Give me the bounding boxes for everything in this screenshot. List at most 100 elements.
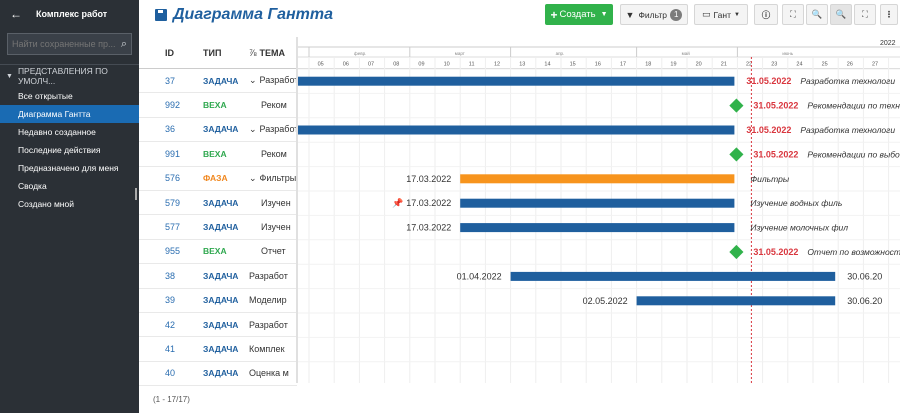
saved-search-box[interactable]: ⌕ bbox=[7, 33, 132, 55]
work-package-subject[interactable]: Отчет bbox=[249, 246, 297, 256]
sidebar-view-item[interactable]: Недавно созданное bbox=[0, 123, 139, 141]
table-row[interactable]: 38 ЗАДАЧА Разработ bbox=[139, 264, 297, 289]
milestone-diamond[interactable] bbox=[729, 98, 744, 113]
column-header-topic-label: ТЕМА bbox=[259, 47, 286, 58]
work-package-subject[interactable]: ⌄ Разработ bbox=[249, 124, 297, 135]
bar-subject-label: Разработка технологи bbox=[800, 76, 895, 86]
work-package-id-link[interactable]: 577 bbox=[139, 222, 189, 232]
column-header-id[interactable]: ID bbox=[139, 48, 189, 58]
sidebar-view-item[interactable]: Все открытые bbox=[0, 87, 139, 105]
saved-search-input[interactable] bbox=[12, 39, 121, 49]
table-row[interactable]: 992 ВЕХА Реком bbox=[139, 93, 297, 118]
table-row[interactable]: 991 ВЕХА Реком bbox=[139, 142, 297, 167]
work-package-id-link[interactable]: 37 bbox=[139, 76, 189, 86]
table-row[interactable]: 41 ЗАДАЧА Комплек bbox=[139, 337, 297, 362]
save-view-icon[interactable] bbox=[155, 9, 167, 21]
gantt-canvas: 2022 февр. март апр. май июнь 05 06 07 08 09 10 11 12… bbox=[298, 37, 900, 383]
work-package-subject[interactable]: Комплек bbox=[249, 344, 297, 354]
table-row[interactable]: 36 ЗАДАЧА ⌄ Разработ bbox=[139, 118, 297, 143]
create-button[interactable]: + Создать ▼ bbox=[545, 4, 613, 25]
work-package-subject[interactable]: Изучен bbox=[249, 198, 297, 208]
sidebar-scrollbar[interactable] bbox=[135, 188, 137, 200]
task-bar[interactable] bbox=[636, 296, 836, 306]
work-package-subject[interactable]: Реком bbox=[249, 149, 297, 159]
filter-button[interactable]: ▼ Фильтр 1 bbox=[620, 4, 688, 25]
expand-chevron-icon[interactable]: ⌄ bbox=[249, 173, 257, 183]
work-package-subject[interactable]: ⌄ Разработ bbox=[249, 75, 297, 86]
table-row[interactable]: 40 ЗАДАЧА Оценка м bbox=[139, 362, 297, 387]
sidebar-view-item[interactable]: Создано мной bbox=[0, 195, 139, 213]
bar-subject-label: Разработка технологи bbox=[800, 125, 895, 135]
work-package-id-link[interactable]: 42 bbox=[139, 320, 189, 330]
work-package-type: ВЕХА bbox=[203, 148, 227, 159]
work-package-id-link[interactable]: 955 bbox=[139, 246, 189, 256]
sidebar-header: ← Комплекс работ bbox=[0, 0, 139, 28]
expand-chevron-icon[interactable]: ⌄ bbox=[249, 124, 257, 134]
sidebar-view-item[interactable]: Сводка bbox=[0, 177, 139, 195]
gantt-button-label: Гант bbox=[713, 9, 731, 20]
task-bar[interactable] bbox=[460, 223, 735, 233]
search-icon[interactable]: ⌕ bbox=[121, 38, 127, 51]
subject-text: Отчет bbox=[261, 246, 286, 257]
subject-text: Реком bbox=[261, 148, 287, 159]
work-package-id-link[interactable]: 991 bbox=[139, 149, 189, 159]
work-package-type: ФАЗА bbox=[203, 173, 228, 184]
bar-subject-label: Изучение водных филь bbox=[750, 198, 842, 208]
gantt-view-button[interactable]: ▭ Гант ▼ bbox=[694, 4, 748, 25]
table-header: ID ТИП ⅞ ТЕМА bbox=[139, 37, 297, 69]
table-row[interactable]: 576 ФАЗА ⌄ Фильтры bbox=[139, 167, 297, 191]
work-package-subject[interactable]: ⌄ Фильтры bbox=[249, 173, 297, 184]
expand-chevron-icon[interactable]: ⌄ bbox=[249, 75, 257, 85]
work-package-subject[interactable]: Разработ bbox=[249, 320, 297, 330]
more-menu-button[interactable]: ⋮ bbox=[880, 4, 898, 25]
page-title-text: Диаграмма Гантта bbox=[173, 6, 333, 23]
work-package-id-link[interactable]: 38 bbox=[139, 271, 189, 281]
hierarchy-icon[interactable]: ⅞ bbox=[249, 48, 257, 58]
work-package-id-link[interactable]: 40 bbox=[139, 368, 189, 378]
sidebar-section-default-views[interactable]: ▼ ПРЕДСТАВЛЕНИЯ ПО УМОЛЧ... bbox=[0, 65, 139, 87]
task-bar[interactable] bbox=[510, 271, 836, 281]
table-row[interactable]: 37 ЗАДАЧА ⌄ Разработ bbox=[139, 69, 297, 94]
table-row[interactable]: 42 ЗАДАЧА Разработ bbox=[139, 313, 297, 338]
fullscreen-button[interactable]: ⛶ bbox=[854, 4, 876, 25]
table-row[interactable]: 577 ЗАДАЧА Изучен bbox=[139, 215, 297, 240]
back-arrow-icon[interactable]: ← bbox=[10, 7, 22, 21]
table-row[interactable]: 39 ЗАДАЧА Моделир bbox=[139, 289, 297, 313]
work-package-id-link[interactable]: 992 bbox=[139, 100, 189, 110]
column-header-type[interactable]: ТИП bbox=[189, 48, 249, 58]
work-package-subject[interactable]: Реком bbox=[249, 100, 297, 110]
work-package-id-link[interactable]: 579 bbox=[139, 198, 189, 208]
table-row[interactable]: 955 ВЕХА Отчет bbox=[139, 240, 297, 265]
work-package-id-link[interactable]: 36 bbox=[139, 124, 189, 134]
zoom-auto-button[interactable]: ⛶ bbox=[782, 4, 804, 25]
timeline-week-label: 12 bbox=[494, 62, 500, 68]
table-row[interactable]: 579 ЗАДАЧА Изучен bbox=[139, 191, 297, 216]
sidebar-view-item[interactable]: Предназначено для меня bbox=[0, 159, 139, 177]
pin-icon[interactable]: 📌 bbox=[392, 197, 403, 209]
work-package-type: ЗАДАЧА bbox=[203, 319, 239, 330]
details-info-button[interactable]: ⓘ bbox=[754, 4, 778, 25]
work-package-subject[interactable]: Разработ bbox=[249, 271, 297, 281]
sidebar-view-item[interactable]: Последние действия bbox=[0, 141, 139, 159]
task-bar[interactable] bbox=[298, 76, 735, 86]
milestone-diamond[interactable] bbox=[729, 244, 744, 260]
sidebar-section-label: ПРЕДСТАВЛЕНИЯ ПО УМОЛЧ... bbox=[17, 66, 108, 86]
column-header-topic[interactable]: ⅞ ТЕМА bbox=[249, 48, 297, 58]
zoom-in-button[interactable]: 🔍 bbox=[830, 4, 852, 25]
zoom-out-button[interactable]: 🔍 bbox=[806, 4, 828, 25]
sidebar-view-item[interactable]: Диаграмма Гантта bbox=[0, 105, 139, 123]
subject-text: Оценка м bbox=[249, 368, 289, 379]
work-package-id-link[interactable]: 39 bbox=[139, 295, 189, 305]
milestone-diamond[interactable] bbox=[729, 147, 744, 162]
timeline-week-label: 27 bbox=[872, 62, 878, 68]
work-package-id-link[interactable]: 576 bbox=[139, 173, 189, 183]
phase-bar[interactable] bbox=[460, 174, 735, 184]
work-package-id-link[interactable]: 41 bbox=[139, 344, 189, 354]
timeline-week-label: 15 bbox=[570, 62, 576, 68]
work-package-subject[interactable]: Моделир bbox=[249, 295, 297, 305]
work-package-subject[interactable]: Изучен bbox=[249, 222, 297, 232]
create-button-label: Создать bbox=[559, 9, 596, 20]
work-package-subject[interactable]: Оценка м bbox=[249, 368, 297, 378]
task-bar[interactable] bbox=[298, 125, 735, 135]
task-bar[interactable] bbox=[460, 198, 735, 208]
